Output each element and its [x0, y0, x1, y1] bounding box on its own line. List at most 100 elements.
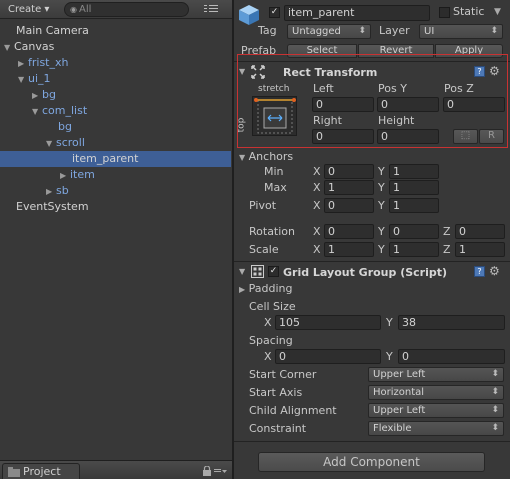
rot-z-field[interactable]: 0 — [455, 224, 505, 239]
scale-y-field[interactable]: 1 — [389, 242, 439, 257]
min-x-field[interactable]: 0 — [324, 164, 374, 179]
rot-x-field[interactable]: 0 — [324, 224, 374, 239]
scale-x-field[interactable]: 1 — [324, 242, 374, 257]
create-label: Create — [8, 4, 42, 15]
max-y-value: 1 — [393, 181, 400, 194]
cell-size-y-field[interactable]: 38 — [398, 315, 505, 330]
spacing-y-field[interactable]: 0 — [398, 349, 505, 364]
tab-project[interactable]: Project — [2, 463, 80, 479]
layer-value: UI — [424, 26, 435, 37]
tree-item-item-parent[interactable]: item_parent — [0, 151, 231, 167]
rot-z-label: Z — [443, 225, 451, 238]
object-name-input[interactable]: item_parent — [284, 5, 430, 21]
pivot-y-field[interactable]: 1 — [389, 198, 439, 213]
pivot-y-label: Y — [378, 199, 385, 212]
scale-z-value: 1 — [459, 243, 466, 256]
expand-arrow-icon[interactable]: ▶ — [32, 88, 42, 104]
grid-layout-title: Grid Layout Group (Script) — [283, 266, 448, 279]
tree-item-main-camera[interactable]: Main Camera — [0, 23, 232, 39]
tree-item-label: Canvas — [14, 40, 55, 53]
spacing-y-label: Y — [386, 350, 393, 363]
add-component-button[interactable]: Add Component — [258, 452, 485, 472]
padding-label: Padding — [248, 282, 293, 295]
start-corner-value: Upper Left — [373, 369, 426, 380]
scale-label: Scale — [249, 243, 279, 256]
scale-z-label: Z — [443, 243, 451, 256]
max-x-field[interactable]: 1 — [324, 180, 374, 195]
start-corner-dropdown[interactable]: Upper Left ⬍ — [368, 367, 504, 382]
max-y-field[interactable]: 1 — [389, 180, 439, 195]
spacing-x-field[interactable]: 0 — [275, 349, 381, 364]
scale-x-value: 1 — [328, 243, 335, 256]
scale-x-label: X — [313, 243, 321, 256]
tree-item-item[interactable]: ▶ item — [0, 167, 232, 183]
pivot-x-field[interactable]: 0 — [324, 198, 374, 213]
tree-item-com-list[interactable]: ▼ com_list — [0, 103, 232, 119]
layer-dropdown[interactable]: UI ⬍ — [419, 24, 503, 39]
tree-item-label: frist_xh — [28, 56, 69, 69]
tree-item-frist-xh[interactable]: ▶ frist_xh — [0, 55, 232, 71]
expand-arrow-icon[interactable]: ▼ — [46, 136, 56, 152]
grid-layout-foldout-icon[interactable]: ▼ — [239, 265, 245, 279]
spacing-label: Spacing — [249, 334, 293, 347]
static-label: Static — [453, 5, 485, 18]
panel-menu-icon[interactable] — [214, 466, 228, 476]
pivot-y-value: 1 — [393, 199, 400, 212]
tree-item-label: Main Camera — [16, 24, 89, 37]
tree-item-label: com_list — [42, 104, 88, 117]
min-y-field[interactable]: 1 — [389, 164, 439, 179]
object-name-text: item_parent — [288, 6, 355, 19]
static-dropdown-arrow-icon[interactable]: ▼ — [494, 5, 501, 19]
expand-arrow-icon[interactable]: ▼ — [4, 40, 14, 56]
project-bar: Project — [0, 460, 232, 479]
lock-icon[interactable] — [201, 466, 213, 476]
help-book-icon[interactable]: ? — [474, 266, 485, 277]
cell-x-label: X — [264, 316, 272, 329]
foldout-arrow-icon: ▼ — [239, 153, 246, 162]
tree-item-label: bg — [42, 88, 56, 101]
grid-layout-icon — [251, 265, 264, 278]
cell-y-label: Y — [386, 316, 393, 329]
static-checkbox[interactable] — [439, 7, 450, 18]
expand-arrow-icon[interactable]: ▼ — [32, 104, 42, 120]
cell-size-x-field[interactable]: 105 — [275, 315, 381, 330]
min-y-value: 1 — [393, 165, 400, 178]
tree-item-bg-2[interactable]: bg — [0, 119, 232, 135]
hierarchy-search-input[interactable]: ◉ All — [64, 2, 189, 17]
tree-item-ui-1[interactable]: ▼ ui_1 — [0, 71, 232, 87]
anchors-foldout[interactable]: ▼ Anchors — [239, 150, 293, 165]
tree-item-eventsystem[interactable]: EventSystem — [0, 199, 232, 215]
max-x-label: X — [313, 181, 321, 194]
gear-icon[interactable]: ⚙ — [489, 264, 500, 278]
list-options-icon[interactable] — [202, 2, 220, 16]
child-alignment-dropdown[interactable]: Upper Left ⬍ — [368, 403, 504, 418]
tree-item-canvas[interactable]: ▼ Canvas — [0, 39, 232, 55]
rot-y-field[interactable]: 0 — [389, 224, 439, 239]
tree-item-label: item_parent — [72, 152, 139, 165]
cell-size-y-value: 38 — [402, 316, 416, 329]
expand-arrow-icon[interactable]: ▶ — [46, 184, 56, 200]
expand-arrow-icon[interactable]: ▶ — [18, 56, 28, 72]
start-axis-dropdown[interactable]: Horizontal ⬍ — [368, 385, 504, 400]
tree-item-sb[interactable]: ▶ sb — [0, 183, 232, 199]
child-alignment-label: Child Alignment — [249, 404, 337, 417]
tree-item-label: sb — [56, 184, 69, 197]
constraint-dropdown[interactable]: Flexible ⬍ — [368, 421, 504, 436]
tree-item-bg[interactable]: ▶ bg — [0, 87, 232, 103]
padding-foldout[interactable]: ▶ Padding — [239, 282, 293, 297]
rot-y-label: Y — [378, 225, 385, 238]
pivot-x-label: X — [313, 199, 321, 212]
create-button[interactable]: Create ▾ — [4, 2, 53, 17]
tag-dropdown[interactable]: Untagged ⬍ — [287, 24, 371, 39]
expand-arrow-icon[interactable]: ▼ — [18, 72, 28, 88]
folder-icon — [8, 467, 20, 477]
tree-item-scroll[interactable]: ▼ scroll — [0, 135, 232, 151]
tree-item-label: item — [70, 168, 95, 181]
rot-y-value: 0 — [393, 225, 400, 238]
scale-z-field[interactable]: 1 — [455, 242, 505, 257]
expand-arrow-icon[interactable]: ▶ — [60, 168, 70, 184]
grid-layout-enabled-checkbox[interactable]: ✓ — [268, 266, 279, 277]
active-checkbox[interactable]: ✓ — [269, 7, 280, 18]
dropdown-arrows-icon: ⬍ — [358, 26, 366, 36]
max-x-value: 1 — [328, 181, 335, 194]
